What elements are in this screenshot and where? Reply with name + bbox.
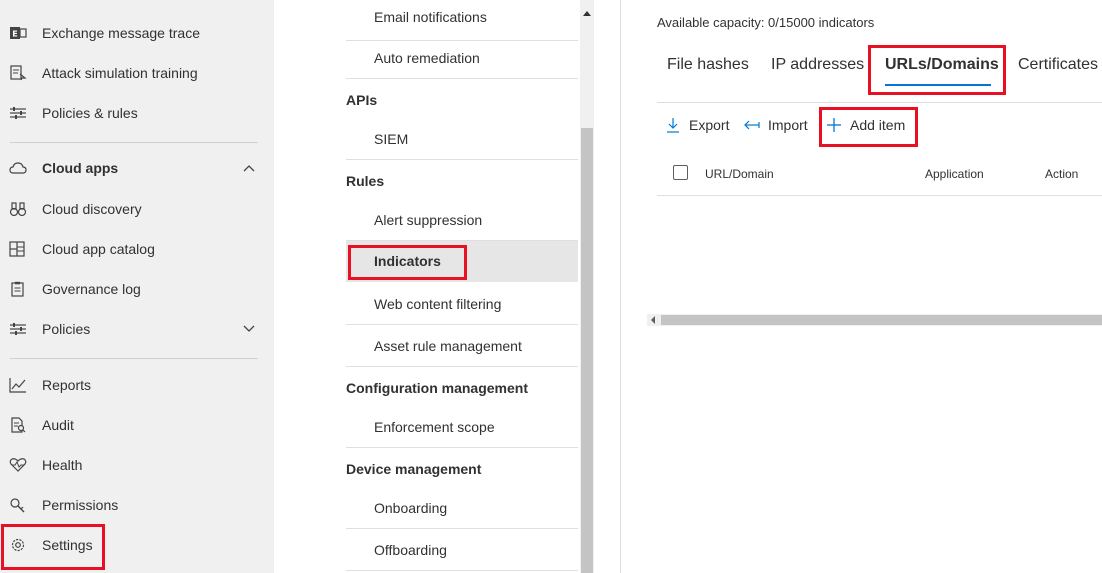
- nav-item-policies-rules[interactable]: Policies & rules: [0, 93, 274, 133]
- select-all-checkbox[interactable]: [673, 165, 688, 180]
- nav-item-audit[interactable]: Audit: [0, 405, 274, 445]
- menu-item-siem[interactable]: SIEM: [346, 119, 578, 160]
- tab-certificates[interactable]: Certificates: [1018, 56, 1098, 74]
- left-navigation: E Exchange message trace Attack simulati…: [0, 0, 274, 573]
- import-arrow-icon: [744, 117, 760, 133]
- scrollbar-thumb[interactable]: [661, 315, 1102, 325]
- menu-item-label: Alert suppression: [374, 212, 483, 228]
- exchange-icon: E: [9, 25, 27, 41]
- table-horizontal-scrollbar[interactable]: [647, 314, 1102, 326]
- nav-item-label: Reports: [42, 377, 92, 393]
- nav-item-reports[interactable]: Reports: [0, 365, 274, 405]
- binoculars-icon: [9, 201, 27, 217]
- menu-item-alert-suppression[interactable]: Alert suppression: [346, 200, 578, 241]
- menu-item-email-notifications[interactable]: Email notifications: [346, 0, 578, 41]
- active-tab-indicator: [885, 84, 991, 86]
- menu-item-label: Onboarding: [374, 500, 448, 516]
- column-header-action[interactable]: Action: [1045, 167, 1078, 181]
- menu-item-indicators[interactable]: Indicators: [346, 241, 578, 282]
- chevron-up-icon[interactable]: [242, 161, 256, 175]
- nav-item-settings[interactable]: Settings: [0, 525, 274, 565]
- nav-item-label: Attack simulation training: [42, 65, 198, 81]
- sliders-icon: [9, 105, 27, 121]
- available-capacity-text: Available capacity: 0/15000 indicators: [657, 15, 875, 30]
- nav-item-label: Policies & rules: [42, 105, 138, 121]
- nav-item-label: Governance log: [42, 281, 141, 297]
- tab-file-hashes[interactable]: File hashes: [667, 56, 749, 74]
- import-label: Import: [768, 117, 808, 133]
- catalog-icon: [9, 241, 27, 257]
- menu-item-label: Offboarding: [374, 542, 447, 558]
- export-label: Export: [689, 117, 730, 133]
- nav-item-policies[interactable]: Policies: [0, 309, 274, 349]
- tab-urls-domains[interactable]: URLs/Domains: [885, 56, 999, 74]
- menu-item-asset-rule-management[interactable]: Asset rule management: [346, 326, 578, 367]
- nav-item-label: Audit: [42, 417, 74, 433]
- cloud-icon: [9, 160, 27, 176]
- nav-item-label: Cloud app catalog: [42, 241, 155, 257]
- menu-item-web-content-filtering[interactable]: Web content filtering: [346, 284, 578, 325]
- nav-item-label: Cloud discovery: [42, 201, 142, 217]
- download-icon: [665, 117, 681, 133]
- key-icon: [9, 497, 27, 513]
- menu-heading-configuration-management: Configuration management: [346, 380, 529, 396]
- svg-text:E: E: [12, 30, 17, 39]
- nav-item-cloud-app-catalog[interactable]: Cloud app catalog: [0, 229, 274, 269]
- nav-divider: [10, 358, 258, 359]
- menu-item-offboarding[interactable]: Offboarding: [346, 530, 578, 571]
- scroll-up-arrow-icon[interactable]: [583, 11, 591, 16]
- menu-heading-device-management: Device management: [346, 461, 482, 477]
- chevron-down-icon[interactable]: [242, 322, 256, 336]
- nav-item-label: Settings: [42, 537, 93, 553]
- menu-item-onboarding[interactable]: Onboarding: [346, 488, 578, 529]
- import-button[interactable]: Import: [744, 117, 808, 133]
- nav-item-label: Health: [42, 457, 83, 473]
- toolbar-separator: [657, 102, 1102, 103]
- nav-item-label: Policies: [42, 321, 91, 337]
- menu-item-auto-remediation[interactable]: Auto remediation: [346, 38, 578, 79]
- nav-item-cloud-discovery[interactable]: Cloud discovery: [0, 189, 274, 229]
- column-header-url-domain[interactable]: URL/Domain: [705, 167, 774, 181]
- gear-icon: [9, 537, 27, 553]
- clipboard-icon: [9, 281, 27, 297]
- document-search-icon: [9, 417, 27, 433]
- menu-item-label: SIEM: [374, 131, 409, 147]
- nav-item-exchange-message-trace[interactable]: E Exchange message trace: [0, 13, 274, 53]
- nav-item-permissions[interactable]: Permissions: [0, 485, 274, 525]
- menu-item-label: Auto remediation: [374, 50, 480, 66]
- menu-heading-apis: APIs: [346, 92, 378, 108]
- nav-divider: [10, 142, 258, 143]
- chart-line-icon: [9, 377, 27, 393]
- tab-ip-addresses[interactable]: IP addresses: [771, 56, 864, 74]
- settings-menu-scrollbar[interactable]: [580, 0, 594, 573]
- add-item-button[interactable]: Add item: [826, 117, 905, 133]
- add-item-label: Add item: [850, 117, 906, 133]
- nav-item-attack-simulation-training[interactable]: Attack simulation training: [0, 53, 274, 93]
- sliders-icon: [9, 321, 27, 337]
- nav-item-governance-log[interactable]: Governance log: [0, 269, 274, 309]
- plus-icon: [826, 117, 842, 133]
- nav-section-cloud-apps[interactable]: Cloud apps: [0, 148, 274, 188]
- scroll-left-arrow-icon[interactable]: [651, 316, 655, 324]
- scrollbar-thumb[interactable]: [581, 128, 593, 573]
- nav-item-label: Cloud apps: [42, 160, 119, 176]
- menu-item-label: Indicators: [374, 253, 441, 269]
- table-header-separator: [657, 195, 1102, 196]
- nav-item-label: Exchange message trace: [42, 25, 200, 41]
- menu-heading-rules: Rules: [346, 173, 385, 189]
- nav-item-health[interactable]: Health: [0, 445, 274, 485]
- menu-item-label: Enforcement scope: [374, 419, 495, 435]
- nav-item-label: Permissions: [42, 497, 119, 513]
- menu-item-label: Asset rule management: [374, 338, 522, 354]
- menu-item-label: Email notifications: [374, 9, 487, 25]
- menu-item-label: Web content filtering: [374, 296, 502, 312]
- heart-pulse-icon: [9, 457, 27, 473]
- simulation-icon: [9, 65, 27, 81]
- menu-item-enforcement-scope[interactable]: Enforcement scope: [346, 407, 578, 448]
- column-header-application[interactable]: Application: [925, 167, 984, 181]
- export-button[interactable]: Export: [665, 117, 729, 133]
- pane-divider: [620, 0, 621, 573]
